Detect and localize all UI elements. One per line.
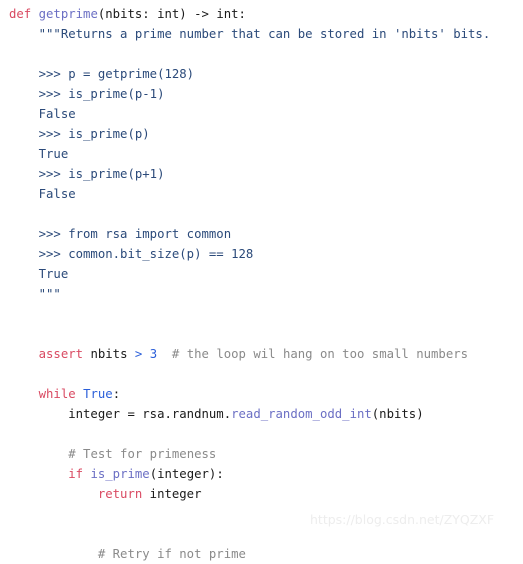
code-token-num: 3	[149, 347, 158, 361]
code-token-kw: def	[9, 7, 39, 21]
code-token-txt: (nbits)	[371, 407, 424, 421]
code-line: >>> is_prime(p+1)	[0, 164, 523, 184]
code-line: # Retry if not prime	[0, 544, 523, 564]
code-token-doc: """Returns a prime number that can be st…	[9, 27, 491, 41]
code-token-com: # Test for primeness	[68, 447, 217, 461]
code-line: return integer	[0, 484, 523, 504]
code-token-txt: (integer):	[149, 467, 224, 481]
code-token-doc: >>> p = getprime(128)	[9, 67, 195, 81]
code-token-doc: >>> is_prime(p-1)	[9, 87, 165, 101]
code-token-kw: while	[38, 387, 76, 401]
code-line: False	[0, 184, 523, 204]
code-token-txt: integer	[142, 487, 202, 501]
code-line: True	[0, 144, 523, 164]
code-line: while True:	[0, 384, 523, 404]
code-token-kw: assert	[38, 347, 84, 361]
code-token-txt: integer = rsa.randnum.	[9, 407, 232, 421]
code-line: >>> is_prime(p-1)	[0, 84, 523, 104]
code-line: >>> is_prime(p)	[0, 124, 523, 144]
code-line: if is_prime(integer):	[0, 464, 523, 484]
code-line: def getprime(nbits: int) -> int:	[0, 4, 523, 24]
code-line: False	[0, 104, 523, 124]
code-token-txt: :	[112, 387, 121, 401]
code-token-fn: read_random_odd_int	[231, 407, 372, 421]
code-token-kw: if	[68, 467, 84, 481]
code-viewer[interactable]: def getprime(nbits: int) -> int: """Retu…	[0, 0, 523, 561]
code-token-txt: nbits	[83, 347, 135, 361]
code-token-num: True	[83, 387, 113, 401]
code-token-kw: return	[97, 487, 143, 501]
code-line: >>> from rsa import common	[0, 224, 523, 244]
code-token-doc: False	[9, 187, 76, 201]
code-line: >>> p = getprime(128)	[0, 64, 523, 84]
code-token-fn: getprime	[38, 7, 98, 21]
code-token-com: # the loop wil hang on too small numbers	[171, 347, 469, 361]
code-token-fn: is_prime	[90, 467, 150, 481]
code-line-list: def getprime(nbits: int) -> int: """Retu…	[0, 4, 523, 564]
code-token-doc: >>> is_prime(p+1)	[9, 167, 165, 181]
code-line: >>> common.bit_size(p) == 128	[0, 244, 523, 264]
code-line: assert nbits > 3 # the loop wil hang on …	[0, 344, 523, 364]
code-line: integer = rsa.randnum.read_random_odd_in…	[0, 404, 523, 424]
code-token-doc: """	[9, 287, 61, 301]
code-token-doc: False	[9, 107, 76, 121]
code-token-txt: (nbits: int) -> int:	[97, 7, 246, 21]
code-line: """Returns a prime number that can be st…	[0, 24, 523, 44]
code-line: # Test for primeness	[0, 444, 523, 464]
code-line: True	[0, 264, 523, 284]
code-token-doc: >>> from rsa import common	[9, 227, 232, 241]
code-token-doc: >>> is_prime(p)	[9, 127, 150, 141]
code-token-com: # Retry if not prime	[97, 547, 246, 561]
code-line: """	[0, 284, 523, 304]
code-token-doc: >>> common.bit_size(p) == 128	[9, 247, 254, 261]
code-token-doc: True	[9, 267, 69, 281]
code-token-doc: True	[9, 147, 69, 161]
